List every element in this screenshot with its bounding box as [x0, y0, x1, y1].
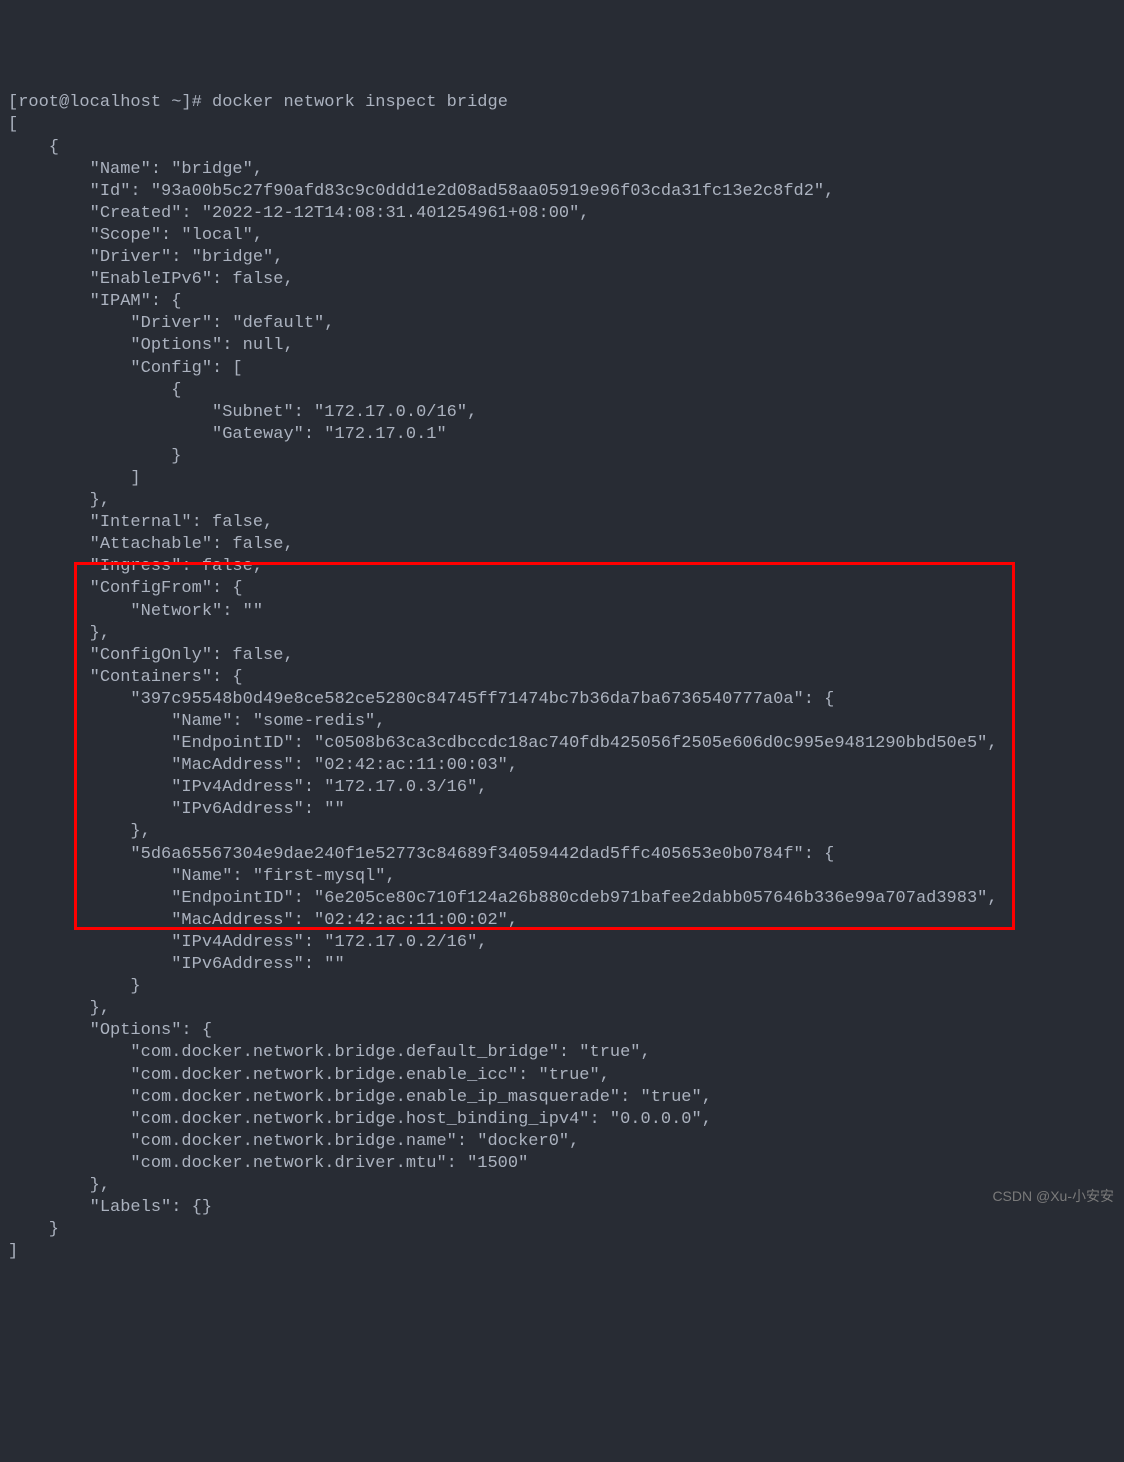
- json-field-created: "Created": "2022-12-12T14:08:31.40125496…: [8, 204, 590, 223]
- json-ipam-config-arr-close: ]: [8, 469, 141, 488]
- json-field-subnet: "Subnet": "172.17.0.0/16",: [8, 403, 477, 422]
- json-container1-close: },: [8, 822, 151, 841]
- json-ipam-config-close: }: [8, 447, 181, 466]
- json-field-ipam-driver: "Driver": "default",: [8, 314, 334, 333]
- json-field-labels: "Labels": {}: [8, 1198, 212, 1217]
- json-container1-endpoint: "EndpointID": "c0508b63ca3cdbccdc18ac740…: [8, 734, 998, 753]
- json-field-configfrom: "ConfigFrom": {: [8, 579, 243, 598]
- json-option-mtu: "com.docker.network.driver.mtu": "1500": [8, 1154, 528, 1173]
- json-field-name: "Name": "bridge",: [8, 160, 263, 179]
- json-ipam-close: },: [8, 491, 110, 510]
- json-option-host-binding: "com.docker.network.bridge.host_binding_…: [8, 1110, 712, 1129]
- shell-prompt: [root@localhost ~]#: [8, 93, 212, 112]
- json-container1-ipv4: "IPv4Address": "172.17.0.3/16",: [8, 778, 487, 797]
- json-option-bridge-name: "com.docker.network.bridge.name": "docke…: [8, 1132, 579, 1151]
- json-field-ipam-config: "Config": [: [8, 359, 243, 378]
- json-field-scope: "Scope": "local",: [8, 226, 263, 245]
- watermark-text: CSDN @Xu-小安安: [992, 1187, 1114, 1205]
- json-field-containers: "Containers": {: [8, 668, 243, 687]
- json-container1-mac: "MacAddress": "02:42:ac:11:00:03",: [8, 756, 518, 775]
- json-container2-name: "Name": "first-mysql",: [8, 867, 396, 886]
- json-bracket-open: [: [8, 115, 18, 134]
- json-field-ipam-options: "Options": null,: [8, 336, 294, 355]
- json-ipam-config-open: {: [8, 381, 181, 400]
- json-field-ipam: "IPAM": {: [8, 292, 181, 311]
- json-options-close: },: [8, 1176, 110, 1195]
- json-field-enableipv6: "EnableIPv6": false,: [8, 270, 294, 289]
- json-field-configfrom-network: "Network": "": [8, 602, 263, 621]
- json-container1-name: "Name": "some-redis",: [8, 712, 385, 731]
- json-configfrom-close: },: [8, 624, 110, 643]
- json-field-attachable: "Attachable": false,: [8, 535, 294, 554]
- json-field-options: "Options": {: [8, 1021, 212, 1040]
- json-field-driver: "Driver": "bridge",: [8, 248, 283, 267]
- json-field-configonly: "ConfigOnly": false,: [8, 646, 294, 665]
- json-option-default-bridge: "com.docker.network.bridge.default_bridg…: [8, 1043, 651, 1062]
- json-container2-close: }: [8, 977, 141, 996]
- terminal-output[interactable]: [root@localhost ~]# docker network inspe…: [8, 92, 1116, 1263]
- json-bracket-close: ]: [8, 1242, 18, 1261]
- command-text: docker network inspect bridge: [212, 93, 508, 112]
- json-container2-endpoint: "EndpointID": "6e205ce80c710f124a26b880c…: [8, 889, 998, 908]
- json-container1-ipv6: "IPv6Address": "": [8, 800, 345, 819]
- json-container2-id: "5d6a65567304e9dae240f1e52773c84689f3405…: [8, 845, 834, 864]
- json-field-internal: "Internal": false,: [8, 513, 273, 532]
- json-field-ingress: "Ingress": false,: [8, 557, 263, 576]
- json-field-id: "Id": "93a00b5c27f90afd83c9c0ddd1e2d08ad…: [8, 182, 834, 201]
- json-container2-ipv6: "IPv6Address": "": [8, 955, 345, 974]
- json-container1-id: "397c95548b0d49e8ce582ce5280c84745ff7147…: [8, 690, 834, 709]
- json-option-enable-icc: "com.docker.network.bridge.enable_icc": …: [8, 1066, 610, 1085]
- json-object-open: {: [8, 138, 59, 157]
- json-container2-ipv4: "IPv4Address": "172.17.0.2/16",: [8, 933, 487, 952]
- json-option-masquerade: "com.docker.network.bridge.enable_ip_mas…: [8, 1088, 712, 1107]
- json-field-gateway: "Gateway": "172.17.0.1": [8, 425, 447, 444]
- json-containers-close: },: [8, 999, 110, 1018]
- json-object-close: }: [8, 1220, 59, 1239]
- json-container2-mac: "MacAddress": "02:42:ac:11:00:02",: [8, 911, 518, 930]
